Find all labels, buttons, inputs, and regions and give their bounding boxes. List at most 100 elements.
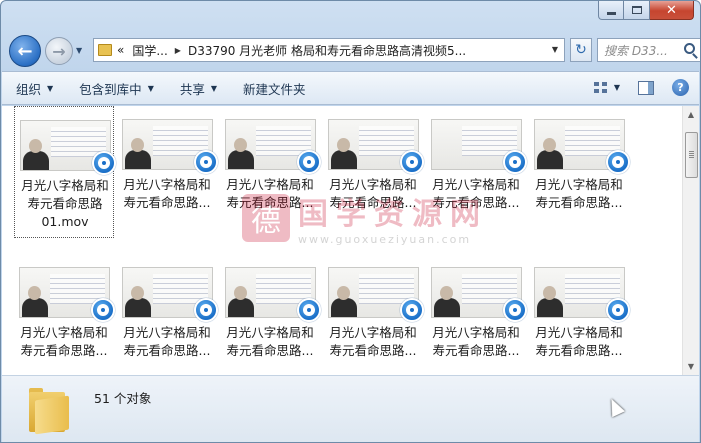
organize-label: 组织 (16, 81, 42, 97)
chevron-down-icon: ▼ (47, 83, 54, 93)
vertical-scrollbar[interactable]: ▲ ▼ (682, 106, 699, 375)
file-name: 月光八字格局和 寿元看命思路... (14, 324, 114, 360)
forward-arrow-icon: → (52, 41, 66, 61)
file-name: 月光八字格局和 寿元看命思路... (426, 176, 526, 212)
file-name: 月光八字格局和 寿元看命思路... (220, 176, 320, 212)
file-item[interactable]: 月光八字格局和 寿元看命思路... (529, 254, 630, 375)
preview-pane-icon[interactable] (638, 80, 654, 95)
video-file-icon (503, 298, 527, 322)
include-in-library-menu[interactable]: 包含到库中 ▼ (65, 79, 166, 98)
file-name-line: 月光八字格局和 (329, 177, 417, 192)
file-name: 月光八字格局和 寿元看命思路... (117, 176, 217, 212)
file-name-line: 月光八字格局和 (535, 177, 623, 192)
scroll-down-icon[interactable]: ▼ (683, 358, 699, 375)
refresh-button[interactable]: ↻ (570, 38, 592, 62)
file-list[interactable]: 月光八字格局和 寿元看命思路 01.mov 月光八字格局和 寿元看命思路... 月光八字格… (2, 106, 699, 375)
file-item[interactable]: 月光八字格局和 寿元看命思路... (426, 106, 527, 238)
video-file-icon (606, 298, 630, 322)
file-name: 月光八字格局和 寿元看命思路... (529, 324, 629, 360)
file-item[interactable]: 月光八字格局和 寿元看命思路... (220, 106, 321, 238)
address-bar[interactable]: « 国学... ▶ D33790 月光老师 格局和寿元看命思路高清视频5... … (93, 38, 565, 62)
minimize-icon (606, 11, 616, 15)
video-file-icon (92, 151, 116, 175)
file-name-line: 月光八字格局和 (20, 325, 108, 340)
file-item[interactable]: 月光八字格局和 寿元看命思路 01.mov (14, 106, 116, 238)
view-options-dropdown[interactable]: ▼ (614, 83, 620, 92)
file-item[interactable]: 月光八字格局和 寿元看命思路... (323, 254, 424, 375)
file-name-line: 月光八字格局和 (329, 325, 417, 340)
file-name: 月光八字格局和 寿元看命思路... (529, 176, 629, 212)
close-button[interactable]: ✕ (650, 1, 694, 20)
file-name-line: 寿元看命思路... (535, 195, 623, 210)
breadcrumb-parent[interactable]: 国学... (132, 42, 167, 59)
address-overflow[interactable]: « (117, 43, 124, 57)
folder-icon (29, 388, 69, 435)
file-name-line: 月光八字格局和 (21, 178, 109, 193)
file-item[interactable]: 月光八字格局和 寿元看命思路... (220, 254, 321, 375)
file-item[interactable]: 月光八字格局和 寿元看命思路... (529, 106, 630, 238)
file-item[interactable]: 月光八字格局和 寿元看命思路... (323, 106, 424, 238)
forward-button[interactable]: → (45, 37, 73, 65)
file-name: 月光八字格局和 寿元看命思路... (220, 324, 320, 360)
file-name-line: 寿元看命思路... (432, 343, 520, 358)
caption-buttons: ✕ (598, 1, 694, 21)
file-name-line: 月光八字格局和 (123, 177, 211, 192)
details-pane: 51 个对象 (2, 375, 699, 442)
organize-menu[interactable]: 组织 ▼ (2, 79, 65, 98)
file-name-line: 月光八字格局和 (226, 177, 314, 192)
recent-pages-dropdown[interactable]: ▼ (76, 46, 88, 56)
file-item[interactable]: 月光八字格局和 寿元看命思路... (14, 254, 115, 375)
video-file-icon (194, 298, 218, 322)
folder-icon (98, 44, 112, 56)
video-file-icon (297, 150, 321, 174)
share-label: 共享 (179, 81, 205, 97)
command-bar: 组织 ▼ 包含到库中 ▼ 共享 ▼ 新建文件夹 ▼ ? (2, 71, 699, 105)
video-file-icon (91, 298, 115, 322)
file-name: 月光八字格局和 寿元看命思路... (426, 324, 526, 360)
file-item[interactable]: 月光八字格局和 寿元看命思路... (117, 254, 218, 375)
back-button[interactable]: ← (9, 35, 41, 67)
search-icon[interactable] (684, 43, 695, 54)
maximize-icon (631, 6, 642, 14)
item-count: 51 个对象 (94, 391, 152, 406)
file-item[interactable]: 月光八字格局和 寿元看命思路... (117, 106, 218, 238)
address-dropdown-icon[interactable]: ▼ (552, 45, 558, 54)
file-name-line: 寿元看命思路... (329, 343, 417, 358)
chevron-down-icon: ▼ (147, 83, 154, 93)
video-file-icon (606, 150, 630, 174)
search-box[interactable]: 搜索 D33... (597, 38, 700, 62)
video-file-icon (400, 150, 424, 174)
chevron-down-icon: ▼ (210, 83, 218, 93)
file-name-line: 寿元看命思路... (432, 195, 520, 210)
video-file-icon (297, 298, 321, 322)
close-icon: ✕ (666, 2, 677, 18)
video-file-icon (194, 150, 218, 174)
file-name-line: 月光八字格局和 (226, 325, 314, 340)
video-file-icon (400, 298, 424, 322)
breadcrumb-separator-icon[interactable]: ▶ (175, 46, 181, 55)
file-name-line: 月光八字格局和 (123, 325, 211, 340)
file-name-line: 01.mov (41, 214, 89, 229)
new-folder-button[interactable]: 新建文件夹 (229, 79, 318, 98)
refresh-icon: ↻ (575, 42, 587, 58)
file-item[interactable]: 月光八字格局和 寿元看命思路... (426, 254, 527, 375)
back-arrow-icon: ← (17, 40, 33, 62)
scrollbar-thumb[interactable] (685, 132, 698, 178)
breadcrumb-current[interactable]: D33790 月光老师 格局和寿元看命思路高清视频5... (188, 42, 466, 59)
file-name-line: 寿元看命思路... (535, 343, 623, 358)
maximize-button[interactable] (624, 1, 650, 20)
share-menu[interactable]: 共享 ▼ (166, 79, 229, 98)
file-name: 月光八字格局和 寿元看命思路... (323, 324, 423, 360)
navigation-bar: ← → ▼ « 国学... ▶ D33790 月光老师 格局和寿元看命思路高清视… (9, 34, 700, 68)
scroll-up-icon[interactable]: ▲ (683, 106, 699, 123)
change-view-icon[interactable] (593, 81, 608, 94)
include-in-library-label: 包含到库中 (79, 81, 142, 97)
search-input[interactable]: 搜索 D33... (604, 42, 668, 59)
help-icon[interactable]: ? (672, 79, 689, 96)
file-name: 月光八字格局和 寿元看命思路 01.mov (15, 177, 115, 231)
file-name-line: 月光八字格局和 (432, 325, 520, 340)
file-name-line: 月光八字格局和 (432, 177, 520, 192)
minimize-button[interactable] (598, 1, 624, 20)
video-file-icon (503, 150, 527, 174)
file-name-line: 寿元看命思路... (329, 195, 417, 210)
